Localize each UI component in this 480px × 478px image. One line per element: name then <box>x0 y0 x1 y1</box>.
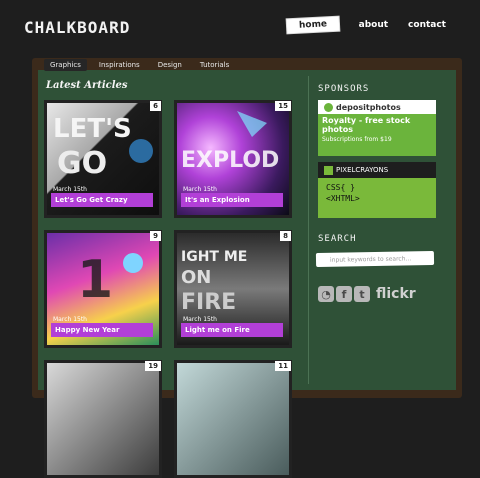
comment-count-badge: 15 <box>275 101 291 111</box>
article-card[interactable]: LET'S GO 6 March 15th Let's Go Get Crazy <box>44 100 162 218</box>
sponsor-ad-pixelcrayons[interactable]: PIXELCRAYONS CSS{ } <XHTML> <box>318 162 436 218</box>
article-title[interactable]: Light me on Fire <box>181 323 283 337</box>
top-nav: home about contact <box>286 16 446 34</box>
flickr-link[interactable]: flickr <box>376 286 416 302</box>
article-date: March 15th <box>183 316 217 323</box>
article-card[interactable]: EXPLOD 15 March 15th It's an Explosion <box>174 100 292 218</box>
svg-text:EXPLOD: EXPLOD <box>181 148 279 173</box>
svg-text:IGHT ME: IGHT ME <box>181 249 247 265</box>
twitter-icon[interactable]: t <box>354 286 370 302</box>
comment-count-badge: 9 <box>150 231 161 241</box>
svg-text:ON: ON <box>181 267 211 288</box>
tab-inspirations[interactable]: Inspirations <box>93 59 146 71</box>
ad-subtext: Subscriptions from $19 <box>322 136 392 143</box>
ad-headline: Royalty - free stock photos <box>322 116 411 134</box>
comment-count-badge: 8 <box>280 231 291 241</box>
facebook-icon[interactable]: f <box>336 286 352 302</box>
social-links: ◔ f t flickr <box>318 286 416 302</box>
article-date: March 15th <box>183 186 217 193</box>
nav-about[interactable]: about <box>359 20 388 30</box>
comment-count-badge: 19 <box>145 361 161 371</box>
comment-count-badge: 6 <box>150 101 161 111</box>
tab-tutorials[interactable]: Tutorials <box>194 59 235 71</box>
article-card[interactable]: 19 <box>44 360 162 478</box>
search-heading: SEARCH <box>318 234 357 244</box>
depositphotos-logo-icon <box>324 102 333 112</box>
article-title[interactable]: It's an Explosion <box>181 193 283 207</box>
tab-graphics[interactable]: Graphics <box>44 59 87 71</box>
nav-contact[interactable]: contact <box>408 20 446 30</box>
sponsor-ad-depositphotos[interactable]: depositphotos Royalty - free stock photo… <box>318 100 436 156</box>
ad-line-css: CSS{ } <box>326 183 355 192</box>
svg-text:FIRE: FIRE <box>181 290 236 315</box>
ad-brand-name: depositphotos <box>336 102 401 112</box>
article-title[interactable]: Happy New Year <box>51 323 153 337</box>
ad-code-text: CSS{ } <XHTML> <box>318 178 436 208</box>
article-title[interactable]: Let's Go Get Crazy <box>51 193 153 207</box>
ad-line-xhtml: <XHTML> <box>326 194 360 203</box>
ad-brand-name: PIXELCRAYONS <box>336 166 389 174</box>
search-input[interactable]: input keywords to search... <box>315 250 435 268</box>
svg-text:1: 1 <box>77 250 113 310</box>
logo[interactable]: CHALKBOARD <box>24 18 130 37</box>
article-date: March 15th <box>53 316 87 323</box>
article-date: March 15th <box>53 186 87 193</box>
column-divider <box>308 76 309 384</box>
rss-icon[interactable]: ◔ <box>318 286 334 302</box>
article-thumbnail <box>47 363 159 475</box>
svg-text:GO: GO <box>57 146 107 181</box>
article-card[interactable]: 1 9 March 15th Happy New Year <box>44 230 162 348</box>
tab-design[interactable]: Design <box>152 59 188 71</box>
article-card[interactable]: IGHT ME ON FIRE 8 March 15th Light me on… <box>174 230 292 348</box>
comment-count-badge: 11 <box>275 361 291 371</box>
section-title: Latest Articles <box>46 80 128 91</box>
article-thumbnail <box>177 363 289 475</box>
nav-home[interactable]: home <box>286 16 339 34</box>
category-tabs: Graphics Inspirations Design Tutorials <box>44 59 235 71</box>
article-card[interactable]: 11 <box>174 360 292 478</box>
svg-text:LET'S: LET'S <box>53 114 132 144</box>
ad-brand: PIXELCRAYONS <box>318 162 436 178</box>
ad-brand: depositphotos <box>318 100 436 114</box>
pixelcrayons-logo-icon <box>324 165 333 175</box>
sponsors-heading: SPONSORS <box>318 84 370 94</box>
